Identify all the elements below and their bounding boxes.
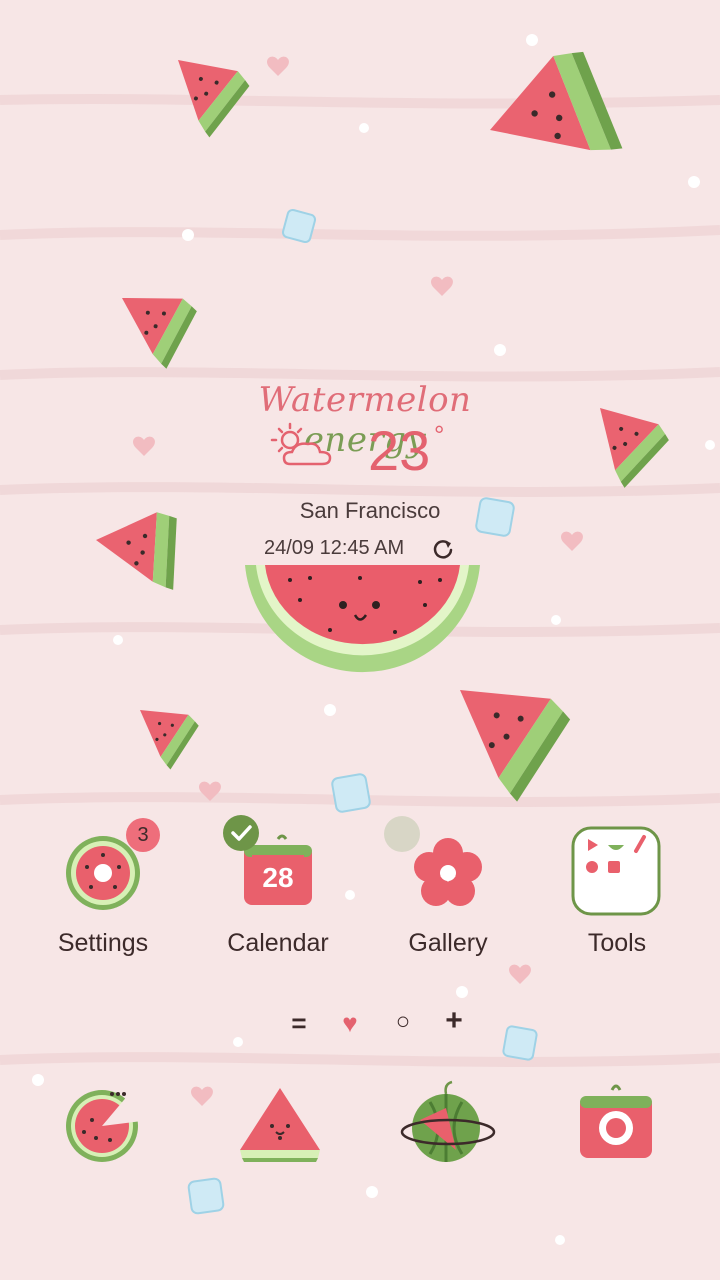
messages-watermelon-icon[interactable]: [232, 1080, 328, 1176]
app-label: Gallery: [408, 929, 488, 957]
app-settings[interactable]: 3 Settings: [38, 818, 168, 983]
widget-tagline: Watermelon energy: [200, 380, 530, 460]
heart-icon[interactable]: ♥: [335, 1008, 365, 1038]
updated-datetime: 24/09 12:45 AM: [264, 537, 405, 559]
app-tools-folder[interactable]: Tools: [552, 826, 682, 983]
refresh-icon[interactable]: [432, 538, 454, 560]
app-label: Calendar: [227, 929, 329, 957]
degree-symbol: °: [434, 420, 445, 450]
app-label: Tools: [587, 929, 647, 957]
menu-equals-icon[interactable]: =: [284, 1008, 314, 1038]
phone-watermelon-icon[interactable]: [54, 1080, 150, 1176]
temperature-value: 23: [368, 419, 431, 482]
camera-watermelon-icon[interactable]: [570, 1080, 666, 1176]
plus-icon[interactable]: +: [439, 1004, 469, 1037]
tagline-word-watermelon: Watermelon: [258, 380, 472, 420]
notification-badge: 3: [126, 818, 160, 852]
app-gallery[interactable]: Gallery: [383, 816, 513, 983]
flower-icon: [414, 838, 482, 906]
app-label: Settings: [57, 929, 149, 957]
page-indicators: = ♥ ○ +: [280, 1004, 480, 1038]
tools-folder-icon: [571, 826, 661, 916]
city-name: San Francisco: [299, 498, 441, 523]
circle-icon[interactable]: ○: [388, 1008, 418, 1038]
check-icon: [223, 815, 259, 851]
status-dot: [384, 816, 420, 852]
internet-watermelon-planet-icon[interactable]: [400, 1080, 496, 1176]
app-calendar[interactable]: 28 Calendar: [213, 815, 343, 983]
partly-sunny-icon: [270, 422, 332, 466]
weather-widget[interactable]: Watermelon energy 23 ° San Francisco 24/…: [200, 380, 530, 570]
calendar-date: 28: [262, 862, 293, 893]
